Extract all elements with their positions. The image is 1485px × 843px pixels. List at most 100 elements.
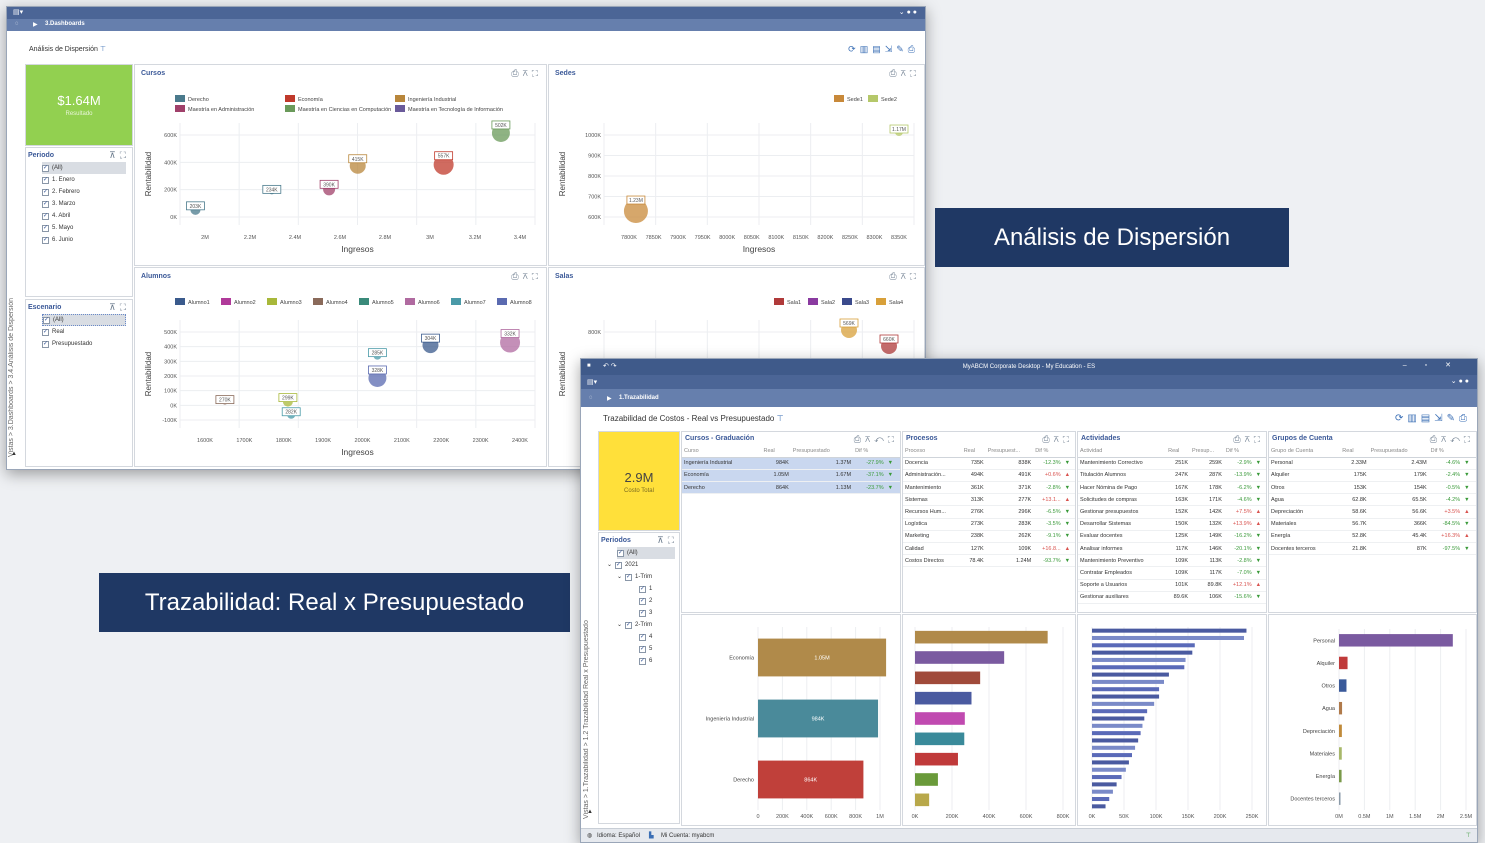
column-header[interactable]: Dif % xyxy=(853,445,886,458)
checkbox-icon[interactable]: ✓ xyxy=(615,561,623,569)
table-row[interactable]: Alquiler 175K 179K -2.4% ▼ xyxy=(1269,469,1476,483)
data-grid-actividades[interactable]: Actividad Real Presup... Dif % Mantenimiento… xyxy=(1078,445,1266,604)
filter-item[interactable]: ✓ (All) xyxy=(617,547,675,559)
filter-icon[interactable]: ⊤ xyxy=(100,46,106,53)
table-row[interactable]: Sistemas 313K 277K +13.1... ▲ xyxy=(903,493,1075,507)
checkbox-icon[interactable]: ✓ xyxy=(625,621,633,629)
filter-item[interactable]: ✓ 3. Marzo xyxy=(42,198,130,210)
filter-item[interactable]: ✓ Real xyxy=(42,326,130,338)
checkbox-icon[interactable]: ✓ xyxy=(639,609,646,617)
table-row[interactable]: Personal 2.33M 2.43M -4.6% ▼ xyxy=(1269,457,1476,470)
filter-item[interactable]: ✓ 3 xyxy=(639,607,677,619)
column-header[interactable]: Proceso xyxy=(903,445,962,458)
dashboard-toolbar[interactable]: ⟳▥▤⇲✎⎙ xyxy=(848,44,919,55)
filter-item[interactable]: ✓ 2. Febrero xyxy=(42,186,130,198)
table-row[interactable]: Energía 52.8K 45.4K +16.3% ▲ xyxy=(1269,530,1476,544)
expand-icon[interactable]: ⌄ xyxy=(617,619,622,631)
filter-item[interactable]: ⌄ ✓ 1-Trim xyxy=(617,571,677,583)
column-header[interactable]: Presupuestado xyxy=(790,445,854,458)
checkbox-icon[interactable]: ✓ xyxy=(42,236,49,244)
table-row[interactable]: Soporte a Usuarios 101K 89.8K +12.1% ▲ xyxy=(1078,579,1266,592)
checkbox-icon[interactable]: ✓ xyxy=(42,176,49,184)
column-header[interactable]: Actividad xyxy=(1078,445,1167,458)
table-row[interactable]: Economía 1.05M 1.67M -37.1% ▼ xyxy=(682,469,900,483)
window-controls[interactable]: ⌄ ● ● xyxy=(899,8,917,16)
table-row[interactable]: Evaluar docentes 125K 149K -16.2% ▼ xyxy=(1078,530,1266,544)
filter-item[interactable]: ⌄ ✓ 2-Trim xyxy=(617,619,677,631)
checkbox-icon[interactable]: ✓ xyxy=(639,633,646,641)
filter-item[interactable]: ✓ 6 xyxy=(639,655,677,667)
data-grid-cursos[interactable]: Curso Real Presupuestado Dif % Ingeniería In… xyxy=(682,445,900,495)
column-header[interactable]: Real xyxy=(961,445,986,458)
column-header[interactable]: Curso xyxy=(682,445,762,458)
filter-clear-icon[interactable]: ⊼⛶ xyxy=(109,302,130,313)
table-row[interactable]: Gestionar auxiliares 89.6K 106K -15.6% ▼ xyxy=(1078,591,1266,604)
filter-item[interactable]: ✓ 1 xyxy=(639,583,677,595)
filter-clear-icon[interactable]: ⊼⛶ xyxy=(109,150,130,161)
filter-item[interactable]: ✓ Presupuestado xyxy=(42,338,130,350)
column-header[interactable]: Real xyxy=(1166,445,1191,458)
table-row[interactable]: Hacer Nómina de Pago 167K 178K -6.2% ▼ xyxy=(1078,481,1266,495)
table-row[interactable]: Administración... 494K 491K +0.6% ▲ xyxy=(903,469,1075,483)
collapse-icon[interactable]: ▲ xyxy=(11,451,17,457)
checkbox-icon[interactable]: ✓ xyxy=(625,573,633,581)
back-icon[interactable]: ◌ xyxy=(15,21,19,27)
column-header[interactable]: Real xyxy=(1340,445,1369,458)
breadcrumb[interactable]: 3.Dashboards xyxy=(45,21,85,27)
filter-item[interactable]: ✓ 5 xyxy=(639,643,677,655)
side-tab[interactable]: Vistas > 3.Dashboards > 3.4.Análisis de … xyxy=(8,257,15,457)
data-grid-procesos[interactable]: Proceso Real Presupuest... Dif % Docencia 735… xyxy=(903,445,1075,568)
table-row[interactable]: Mantenimiento Correctivo 251K 259K -2.9% ▼ xyxy=(1078,457,1266,470)
column-header[interactable]: Dif % xyxy=(1033,445,1063,458)
table-row[interactable]: Titulación Alumnos 247K 287K -13.9% ▼ xyxy=(1078,469,1266,483)
window-controls[interactable]: –▫✕ xyxy=(1403,361,1469,369)
checkbox-icon[interactable]: ✓ xyxy=(42,224,49,232)
expand-icon[interactable]: ⌄ xyxy=(617,571,622,583)
table-row[interactable]: Ingeniería Industrial 984K 1.37M -27.9% ▼ xyxy=(682,457,900,470)
table-row[interactable]: Calidad 127K 109K +16.8... ▲ xyxy=(903,542,1075,556)
side-tab[interactable]: Vistas > 1.Trazabilidad > 1.2 Trazabilid… xyxy=(583,569,590,819)
collapse-icon[interactable]: ▲ xyxy=(587,809,593,815)
breadcrumb[interactable]: 1.Trazabilidad xyxy=(619,395,659,401)
table-row[interactable]: Analisar informes 117K 146K -20.1% ▼ xyxy=(1078,542,1266,556)
expand-icon[interactable]: ⌄ xyxy=(607,559,612,571)
filter-item[interactable]: ✓ (All) xyxy=(42,314,126,326)
table-row[interactable]: Derecho 864K 1.13M -23.7% ▼ xyxy=(682,481,900,495)
filter-status-icon[interactable]: ⊤ xyxy=(1466,832,1471,839)
table-row[interactable]: Costos Directos 78.4K 1.24M -93.7% ▼ xyxy=(903,554,1075,568)
filter-item[interactable]: ✓ 6. Junio xyxy=(42,234,130,246)
table-row[interactable]: Otros 153K 154K -0.5% ▼ xyxy=(1269,481,1476,495)
filter-item[interactable]: ✓ 4 xyxy=(639,631,677,643)
table-row[interactable]: Desarrollar Sistemas 150K 132K +13.9% ▲ xyxy=(1078,518,1266,531)
table-row[interactable]: Recursos Hum... 276K 296K -6.5% ▼ xyxy=(903,505,1075,519)
panel-toolbar-icons[interactable]: ⎙⊼⛶ xyxy=(1233,434,1264,445)
column-header[interactable]: Presup... xyxy=(1190,445,1224,458)
checkbox-icon[interactable]: ✓ xyxy=(617,549,624,557)
table-row[interactable]: Marketing 238K 262K -9.1% ▼ xyxy=(903,530,1075,544)
checkbox-icon[interactable]: ✓ xyxy=(42,164,49,172)
table-row[interactable]: Docentes terceros 21.8K 87K -97.5% ▼ xyxy=(1269,542,1476,556)
checkbox-icon[interactable]: ✓ xyxy=(42,188,49,196)
table-row[interactable]: Gestionar presupuestos 152K 142K +7.5% ▲ xyxy=(1078,505,1266,519)
data-grid-grupos[interactable]: Grupo de Cuenta Real Presupuestado Dif % Per… xyxy=(1269,445,1476,556)
filter-clear-icon[interactable]: ⊼⛶ xyxy=(657,535,678,546)
back-icon[interactable]: ◌ xyxy=(589,395,593,401)
column-header[interactable]: Presupuestado xyxy=(1368,445,1429,458)
checkbox-icon[interactable]: ✓ xyxy=(42,328,49,336)
panel-toolbar-icons[interactable]: ⎙⊼↶⛶ xyxy=(1430,434,1474,445)
table-row[interactable]: Docencia 735K 838K -12.3% ▼ xyxy=(903,457,1075,470)
table-row[interactable]: Contratar Empleados 109K 117K -7.0% ▼ xyxy=(1078,566,1266,580)
layout-menu-icon[interactable]: ▤▾ xyxy=(587,378,597,386)
checkbox-icon[interactable]: ✓ xyxy=(639,645,646,653)
filter-item[interactable]: ⌄ ✓ 2021 xyxy=(607,559,677,571)
window-controls[interactable]: ⌄ ● ● xyxy=(1451,377,1469,385)
filter-item[interactable]: ✓ (All) xyxy=(42,162,126,174)
checkbox-icon[interactable]: ✓ xyxy=(42,212,49,220)
checkbox-icon[interactable]: ✓ xyxy=(42,200,49,208)
dashboard-toolbar[interactable]: ⟳▥▤⇲✎⎙ xyxy=(1395,413,1471,424)
layout-menu-icon[interactable]: ▤▾ xyxy=(13,8,23,16)
filter-item[interactable]: ✓ 1. Enero xyxy=(42,174,130,186)
checkbox-icon[interactable]: ✓ xyxy=(639,585,646,593)
filter-icon[interactable]: ⊤ xyxy=(777,414,784,423)
column-header[interactable]: Real xyxy=(761,445,791,458)
